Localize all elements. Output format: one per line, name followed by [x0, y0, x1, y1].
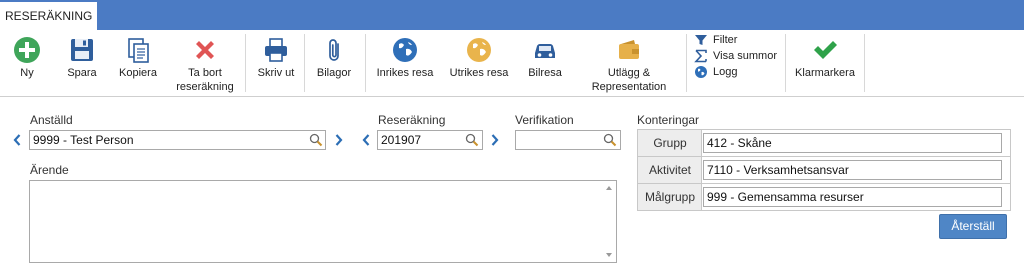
filter-label: Filter [713, 34, 738, 46]
toolbar-divider [365, 34, 366, 92]
globe-gold-icon [467, 38, 491, 62]
foreign-trip-label: Utrikes resa [449, 67, 509, 79]
magnifier-icon[interactable] [465, 133, 479, 147]
show-sums-label: Visa summor [713, 50, 777, 62]
printer-icon [265, 38, 287, 62]
car-trip-button[interactable]: Bilresa [524, 30, 566, 96]
new-label: Ny [20, 67, 34, 79]
matter-label: Ärende [30, 163, 69, 177]
magnifier-icon[interactable] [309, 133, 323, 147]
log-label: Logg [713, 66, 738, 78]
save-button[interactable]: Spara [62, 30, 102, 96]
toolbar-divider [785, 34, 786, 92]
foreign-trip-button[interactable]: Utrikes resa [448, 30, 510, 96]
expense-report-label: Reseräkning [378, 113, 446, 127]
scroll-down-arrow[interactable] [606, 253, 612, 257]
magnifier-icon[interactable] [603, 133, 617, 147]
delete-report-button[interactable]: Ta bort reseräkning [172, 30, 238, 96]
filter-button[interactable]: Filter [694, 32, 777, 48]
kontering-row-label: Aktivitet [648, 163, 691, 177]
matter-textarea[interactable] [29, 180, 617, 263]
checkmark-icon [814, 41, 837, 59]
save-label: Spara [67, 67, 97, 79]
domestic-trip-label: Inrikes resa [376, 67, 434, 79]
row-divider [638, 183, 1010, 184]
group-value: 412 - Skåne [707, 136, 772, 150]
employee-field[interactable]: 9999 - Test Person [29, 130, 326, 150]
paperclip-icon [329, 39, 339, 61]
title-bar: RESERÄKNING [0, 0, 1024, 30]
konteringar-title: Konteringar [637, 113, 700, 127]
copy-icon [128, 38, 149, 63]
print-button[interactable]: Skriv ut [255, 30, 297, 96]
delete-label-line1: Ta bort [188, 67, 222, 79]
toolbar-divider [686, 34, 687, 92]
chevron-right-icon[interactable] [334, 133, 344, 147]
employee-label: Anställd [30, 113, 73, 127]
mark-ready-label: Klarmarkera [795, 67, 855, 79]
chevron-left-icon[interactable] [12, 133, 22, 147]
kontering-row-label: Målgrupp [644, 190, 696, 204]
verification-label: Verifikation [515, 113, 574, 127]
globe-small-icon [695, 66, 707, 78]
chevron-left-icon[interactable] [361, 133, 371, 147]
new-button[interactable]: Ny [8, 30, 46, 96]
toolbar: Ny Spara Kopiera Ta bort reseräkning Skr… [0, 30, 1024, 96]
toolbar-divider [245, 34, 246, 92]
expense-report-value: 201907 [381, 133, 422, 147]
x-icon [196, 41, 214, 59]
funnel-icon [695, 35, 707, 45]
chevron-right-icon[interactable] [490, 133, 500, 147]
toolbar-divider [304, 34, 305, 92]
row-divider [638, 156, 1010, 157]
tab-resera-kning[interactable]: RESERÄKNING [0, 2, 97, 30]
floppy-disk-icon [71, 39, 93, 61]
activity-field[interactable]: 7110 - Verksamhetsansvar [703, 160, 1002, 180]
delete-label-line2: reseräkning [176, 81, 234, 93]
wallet-icon [619, 40, 639, 59]
show-sums-button[interactable]: Visa summor [694, 48, 777, 64]
employee-value: 9999 - Test Person [33, 133, 134, 147]
expenses-button[interactable]: Utlägg & Representation [590, 30, 668, 96]
domestic-trip-button[interactable]: Inrikes resa [374, 30, 436, 96]
kontering-row-label: Grupp [653, 136, 687, 150]
view-options: Filter Visa summor Logg [694, 32, 777, 80]
toolbar-bottom-border [0, 96, 1024, 97]
scroll-up-arrow[interactable] [606, 186, 612, 190]
copy-button[interactable]: Kopiera [115, 30, 161, 96]
copy-label: Kopiera [119, 67, 157, 79]
group-field[interactable]: 412 - Skåne [703, 133, 1002, 153]
mark-ready-button[interactable]: Klarmarkera [792, 30, 858, 96]
target-group-field[interactable]: 999 - Gemensamma resurser [703, 187, 1002, 207]
print-label: Skriv ut [257, 67, 295, 79]
sigma-icon [694, 49, 707, 63]
target-group-value: 999 - Gemensamma resurser [707, 190, 864, 204]
globe-blue-icon [393, 38, 417, 62]
expenses-label-line1: Utlägg & [607, 67, 651, 79]
activity-value: 7110 - Verksamhetsansvar [707, 163, 849, 177]
attachments-label: Bilagor [316, 67, 352, 79]
car-trip-label: Bilresa [528, 67, 562, 79]
attachments-button[interactable]: Bilagor [314, 30, 354, 96]
car-icon [535, 44, 555, 58]
plus-circle-icon [14, 37, 40, 63]
reset-button[interactable]: Återställ [939, 214, 1007, 239]
toolbar-divider [864, 34, 865, 92]
matter-value [30, 181, 616, 187]
expenses-label-line2: Representation [591, 81, 667, 93]
log-button[interactable]: Logg [694, 64, 777, 80]
